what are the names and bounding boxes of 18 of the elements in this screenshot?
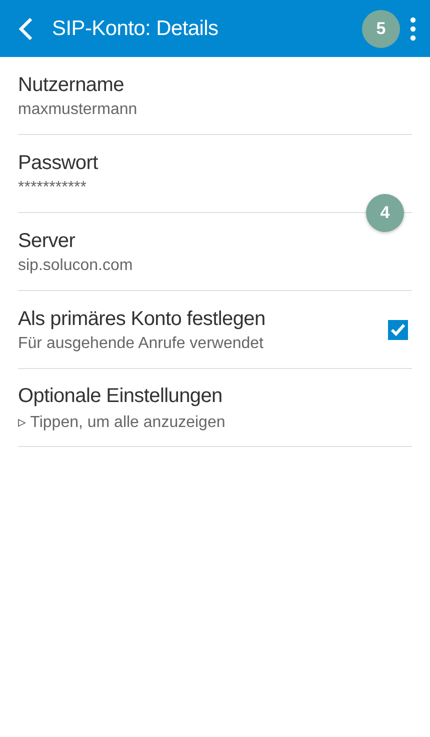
setting-value: Für ausgehende Anrufe verwendet <box>18 335 264 353</box>
setting-value: *********** <box>18 179 88 197</box>
more-options-icon[interactable] <box>410 16 416 40</box>
settings-row[interactable]: Nutzername maxmustermann <box>18 57 412 135</box>
setting-value: sip.solucon.com <box>18 257 134 275</box>
checkbox[interactable] <box>388 320 408 340</box>
settings-row[interactable]: Optionale Einstellungen ▹ Tippen, um alle anzuzeigen <box>18 369 412 447</box>
setting-title: Als primäres Konto festlegen <box>18 308 266 331</box>
setting-title: Nutzername <box>18 74 125 97</box>
step-badge: 4 <box>366 194 404 232</box>
step-badge: 5 <box>362 10 400 48</box>
setting-value: ▹ Tippen, um alle anzuzeigen <box>18 413 226 432</box>
setting-title: Server <box>18 230 76 253</box>
setting-value: maxmustermann <box>18 101 138 119</box>
setting-title: Optionale Einstellungen <box>18 385 224 408</box>
settings-row[interactable]: Als primäres Konto festlegen Für ausgehende Anrufe verwendet <box>18 291 412 369</box>
screen-title: SIP-Konto: Details <box>52 16 220 40</box>
setting-title: Passwort <box>18 152 99 175</box>
